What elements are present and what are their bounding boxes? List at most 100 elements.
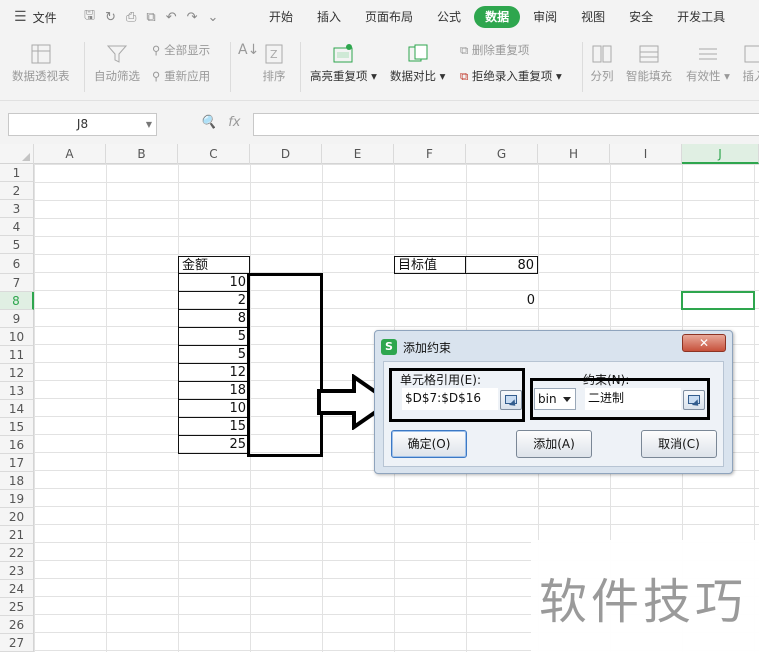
cell-c9[interactable]: 8 [178,310,250,328]
column-header[interactable]: A [34,144,106,164]
undo-icon[interactable]: ↶ [166,10,177,25]
validity-button[interactable]: 有效性 ▾ [686,42,730,84]
column-header[interactable]: B [106,144,178,164]
tab-formula[interactable]: 公式 [426,6,472,28]
cell-c13[interactable]: 18 [178,382,250,400]
column-header[interactable]: D [250,144,322,164]
tab-view[interactable]: 视图 [570,6,616,28]
cell-c16[interactable]: 25 [178,436,250,454]
reject-duplicates-button[interactable]: ⧉ 拒绝录入重复项 ▾ [460,68,562,84]
tab-developer[interactable]: 开发工具 [666,6,736,28]
row-header[interactable]: 19 [0,490,34,508]
formula-input[interactable] [253,113,759,136]
row-header[interactable]: 7 [0,274,34,292]
split-column-button[interactable]: 分列 [590,42,614,84]
highlight-duplicates-button[interactable]: 高亮重复项 ▾ [310,42,377,84]
row-header[interactable]: 6 [0,254,34,274]
row-header[interactable]: 18 [0,472,34,490]
row-header[interactable]: 17 [0,454,34,472]
column-header[interactable]: F [394,144,466,164]
column-header[interactable]: I [610,144,682,164]
row-header[interactable]: 26 [0,616,34,634]
print-icon[interactable]: ⎙ [126,10,136,25]
file-menu[interactable]: ☰ 文件 [0,9,78,26]
reapply-button[interactable]: ⚲ 重新应用 [152,68,210,84]
active-cell-j8[interactable] [681,291,755,310]
row-header[interactable]: 23 [0,562,34,580]
ribbon: 数据透视表 自动筛选 ⚲ 全部显示 ⚲ 重新应用 A↓ Z 排序 高亮重复项 ▾… [0,34,759,100]
chevron-down-icon[interactable]: ▼ [146,114,152,135]
column-header[interactable]: E [322,144,394,164]
autofilter-button[interactable]: 自动筛选 [94,42,140,84]
zoom-icon[interactable]: 🔍 [200,115,216,130]
row-header[interactable]: 14 [0,400,34,418]
add-button[interactable]: 添加(A) [516,430,592,458]
pivot-table-button[interactable]: 数据透视表 [12,42,70,84]
cell-c10[interactable]: 5 [178,328,250,346]
sort-button[interactable]: Z 排序 [262,42,286,84]
tab-home[interactable]: 开始 [258,6,304,28]
row-header[interactable]: 20 [0,508,34,526]
save-icon[interactable]: 🖫 [84,6,95,28]
column-header-selected[interactable]: J [682,144,759,164]
print-preview-icon[interactable]: ⧉ [146,10,155,25]
fx-icon[interactable]: fx [228,115,240,130]
chevron-down-icon[interactable]: ⌄ [208,10,219,25]
column-header[interactable]: G [466,144,538,164]
insert-button[interactable]: 插入 [742,42,759,84]
cell-c11[interactable]: 5 [178,346,250,364]
sort-ascending-button[interactable]: A↓ [238,42,259,58]
show-all-button[interactable]: ⚲ 全部显示 [152,42,210,58]
show-all-label: 全部显示 [164,43,211,57]
row-header[interactable]: 27 [0,634,34,652]
tab-security[interactable]: 安全 [618,6,664,28]
insert-label: 插入 [742,69,759,83]
close-button[interactable]: ✕ [682,334,726,352]
select-all-corner[interactable] [0,144,34,164]
column-header[interactable]: C [178,144,250,164]
row-header[interactable]: 25 [0,598,34,616]
row-header[interactable]: 21 [0,526,34,544]
ok-button[interactable]: 确定(O) [391,430,467,458]
cell-g6[interactable]: 80 [466,256,538,274]
cell-g8[interactable]: 0 [466,292,538,310]
row-header[interactable]: 16 [0,436,34,454]
row-header[interactable]: 15 [0,418,34,436]
reject-duplicates-icon: ⧉ [460,69,469,83]
cell-f6[interactable]: 目标值 [394,256,466,274]
row-header[interactable]: 9 [0,310,34,328]
data-compare-button[interactable]: 数据对比 ▾ [390,42,445,84]
cell-c14[interactable]: 10 [178,400,250,418]
column-header[interactable]: H [538,144,610,164]
row-header[interactable]: 10 [0,328,34,346]
row-header-selected[interactable]: 8 [0,292,34,310]
sort-ascending-icon: A↓ [238,42,260,58]
reapply-icon: ⚲ [152,69,161,83]
tab-review[interactable]: 审阅 [522,6,568,28]
row-header[interactable]: 1 [0,164,34,182]
tab-insert[interactable]: 插入 [306,6,352,28]
row-header[interactable]: 24 [0,580,34,598]
cell-c8[interactable]: 2 [178,292,250,310]
row-header[interactable]: 12 [0,364,34,382]
cell-c6[interactable]: 金额 [178,256,250,274]
redo-icon[interactable]: ↷ [187,10,198,25]
row-header[interactable]: 2 [0,182,34,200]
row-header[interactable]: 22 [0,544,34,562]
undo-history-icon[interactable]: ↻ [105,10,116,25]
cell-c12[interactable]: 12 [178,364,250,382]
row-header[interactable]: 4 [0,218,34,236]
cell-c7[interactable]: 10 [178,274,250,292]
tab-page-layout[interactable]: 页面布局 [354,6,424,28]
watermark-text: 软件技巧 [539,574,748,630]
smart-fill-button[interactable]: 智能填充 [626,42,672,84]
cell-c15[interactable]: 15 [178,418,250,436]
cancel-button[interactable]: 取消(C) [641,430,717,458]
name-box[interactable]: J8 ▼ [8,113,157,136]
row-header[interactable]: 3 [0,200,34,218]
row-header[interactable]: 5 [0,236,34,254]
row-header[interactable]: 11 [0,346,34,364]
remove-duplicates-button[interactable]: ⧉ 删除重复项 [460,42,529,58]
row-header[interactable]: 13 [0,382,34,400]
tab-data[interactable]: 数据 [474,6,521,28]
